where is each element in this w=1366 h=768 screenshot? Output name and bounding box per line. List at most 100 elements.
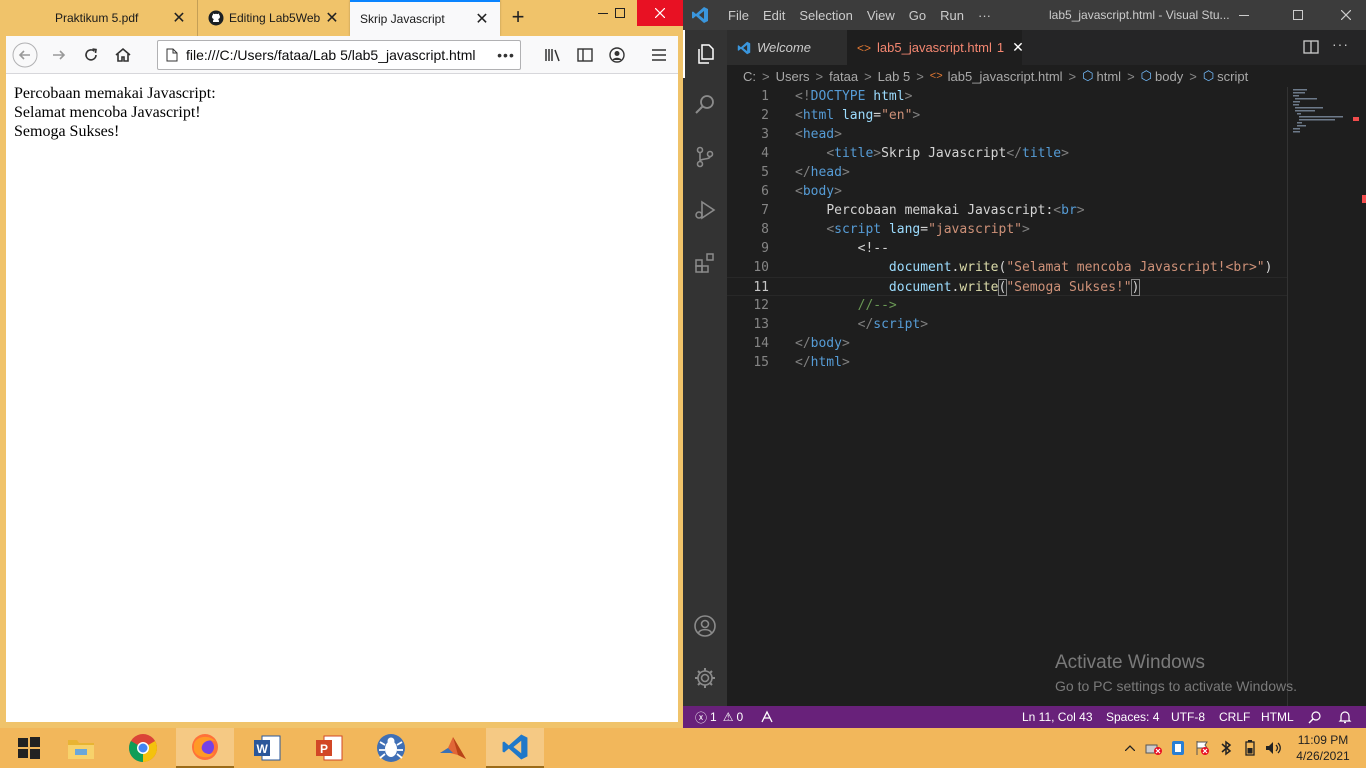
menu-file[interactable]: File [721,8,756,23]
source-control-icon[interactable] [683,133,727,181]
feedback-icon[interactable] [1308,706,1322,728]
reload-icon[interactable] [78,43,104,67]
show-hidden-icons-icon[interactable] [1118,728,1142,768]
vscode-icon[interactable] [486,728,544,768]
bug-app-icon[interactable] [362,728,420,768]
page-actions-icon[interactable]: ••• [492,47,520,63]
home-icon[interactable] [110,43,136,67]
line-number: 11 [753,280,769,295]
matlab-icon[interactable] [424,728,482,768]
tab-label: lab5_javascript.html [877,40,992,55]
search-icon[interactable] [683,80,727,128]
notifications-bell-icon[interactable] [1338,706,1352,728]
vscode-logo-icon [737,41,751,55]
encoding[interactable]: UTF-8 [1171,706,1205,728]
forward-icon[interactable] [46,43,72,67]
cursor-position[interactable]: Ln 11, Col 43 [1022,706,1093,728]
code-line: 8 <script lang="javascript"> [727,220,1287,239]
tab-label: Editing Lab5Web [229,11,321,25]
close-tab-icon[interactable]: ✕ [324,8,340,28]
start-button[interactable] [0,728,58,768]
system-clock[interactable]: 11:09 PM 4/26/2021 [1284,732,1362,764]
breadcrumb-item[interactable]: lab5_javascript.html [948,69,1063,84]
live-share-icon[interactable] [760,706,774,728]
system-tray [1118,728,1286,768]
tab-welcome[interactable]: Welcome [727,30,847,65]
breadcrumb-item[interactable]: script [1217,69,1248,84]
breadcrumb-item[interactable]: html [1097,69,1122,84]
breadcrumb-item[interactable]: Lab 5 [878,69,911,84]
tab-skrip-javascript[interactable]: Skrip Javascript ✕ [350,0,500,36]
minimize-icon[interactable] [1239,10,1249,20]
editor-tab-bar: Welcome <> lab5_javascript.html 1 ✕ ··· [727,30,1366,65]
activity-bar [683,30,727,706]
volume-icon[interactable] [1262,728,1286,768]
tab-praktikum-pdf[interactable]: Praktikum 5.pdf ✕ [45,0,197,36]
menu-more[interactable]: ··· [971,8,998,23]
settings-gear-icon[interactable] [683,654,727,702]
line-number: 6 [761,184,769,199]
bluetooth-icon[interactable] [1214,728,1238,768]
library-icon[interactable] [540,43,566,67]
breadcrumb-item[interactable]: body [1155,69,1183,84]
back-icon[interactable] [12,42,38,68]
breadcrumb-item[interactable]: fataa [829,69,858,84]
menu-go[interactable]: Go [902,8,933,23]
activate-subtitle: Go to PC settings to activate Windows. [1055,678,1297,694]
close-window-icon[interactable] [637,0,683,26]
tab-editing-lab5web[interactable]: Editing Lab5Web ✕ [197,0,350,36]
minimap[interactable] [1287,87,1366,707]
tab-lab5-javascript[interactable]: <> lab5_javascript.html 1 ✕ [847,30,1024,65]
chrome-icon[interactable] [114,728,172,768]
menu-view[interactable]: View [860,8,902,23]
menu-icon[interactable] [646,43,672,67]
code-line: 13 </script> [727,315,1287,334]
url-text[interactable]: file:///C:/Users/fataa/Lab 5/lab5_javasc… [186,47,492,63]
tab-label: Skrip Javascript [360,12,445,26]
breadcrumb-item[interactable]: C: [743,69,756,84]
address-bar[interactable]: file:///C:/Users/fataa/Lab 5/lab5_javasc… [157,40,521,70]
close-tab-icon[interactable]: ✕ [171,8,187,28]
explorer-icon[interactable] [683,30,727,78]
menu-run[interactable]: Run [933,8,971,23]
firefox-icon[interactable] [176,728,234,768]
more-actions-icon[interactable]: ··· [1332,36,1349,52]
indentation[interactable]: Spaces: 4 [1106,706,1159,728]
maximize-icon[interactable] [603,0,637,26]
code-line: 1 <!DOCTYPE html> [727,87,1287,106]
new-tab-icon[interactable]: + [506,6,530,30]
symbol-icon: ⬡ [1140,68,1153,83]
language-mode[interactable]: HTML [1261,706,1294,728]
warning-icon: ⚠ [722,710,734,724]
extensions-icon[interactable] [683,239,727,287]
split-editor-icon[interactable] [1303,40,1319,54]
page-content: Percobaan memakai Javascript: Selamat me… [6,74,678,722]
tab-label: Praktikum 5.pdf [55,11,139,25]
account-icon[interactable] [604,43,630,67]
security-icon[interactable] [1166,728,1190,768]
powerpoint-icon[interactable]: P [300,728,358,768]
maximize-icon[interactable] [1293,10,1303,20]
word-icon[interactable]: W [238,728,296,768]
github-icon [208,10,224,26]
line-ending[interactable]: CRLF [1219,706,1250,728]
file-explorer-icon[interactable] [52,728,110,768]
menu-selection[interactable]: Selection [792,8,859,23]
run-debug-icon[interactable] [683,186,727,234]
line-number: 8 [761,222,769,237]
accounts-icon[interactable] [683,602,727,650]
problems-indicator[interactable]: ⓧ 1 ⚠ 0 [695,706,743,728]
close-tab-icon[interactable]: ✕ [474,9,490,29]
battery-icon[interactable] [1238,728,1262,768]
close-tab-icon[interactable]: ✕ [1012,39,1024,56]
problem-count: 1 [996,40,1005,55]
line-number: 10 [753,260,769,275]
breadcrumb-item[interactable]: Users [776,69,810,84]
code-editor[interactable]: 1 <!DOCTYPE html> 2 <html lang="en"> 3 <hea… [727,87,1287,647]
flag-icon[interactable] [1190,728,1214,768]
sidebar-icon[interactable] [572,43,598,67]
network-error-icon[interactable] [1142,728,1166,768]
close-window-icon[interactable] [1341,10,1351,20]
menu-edit[interactable]: Edit [756,8,792,23]
windows-taskbar: W P 11:09 PM 4/26/2021 [0,728,1366,768]
